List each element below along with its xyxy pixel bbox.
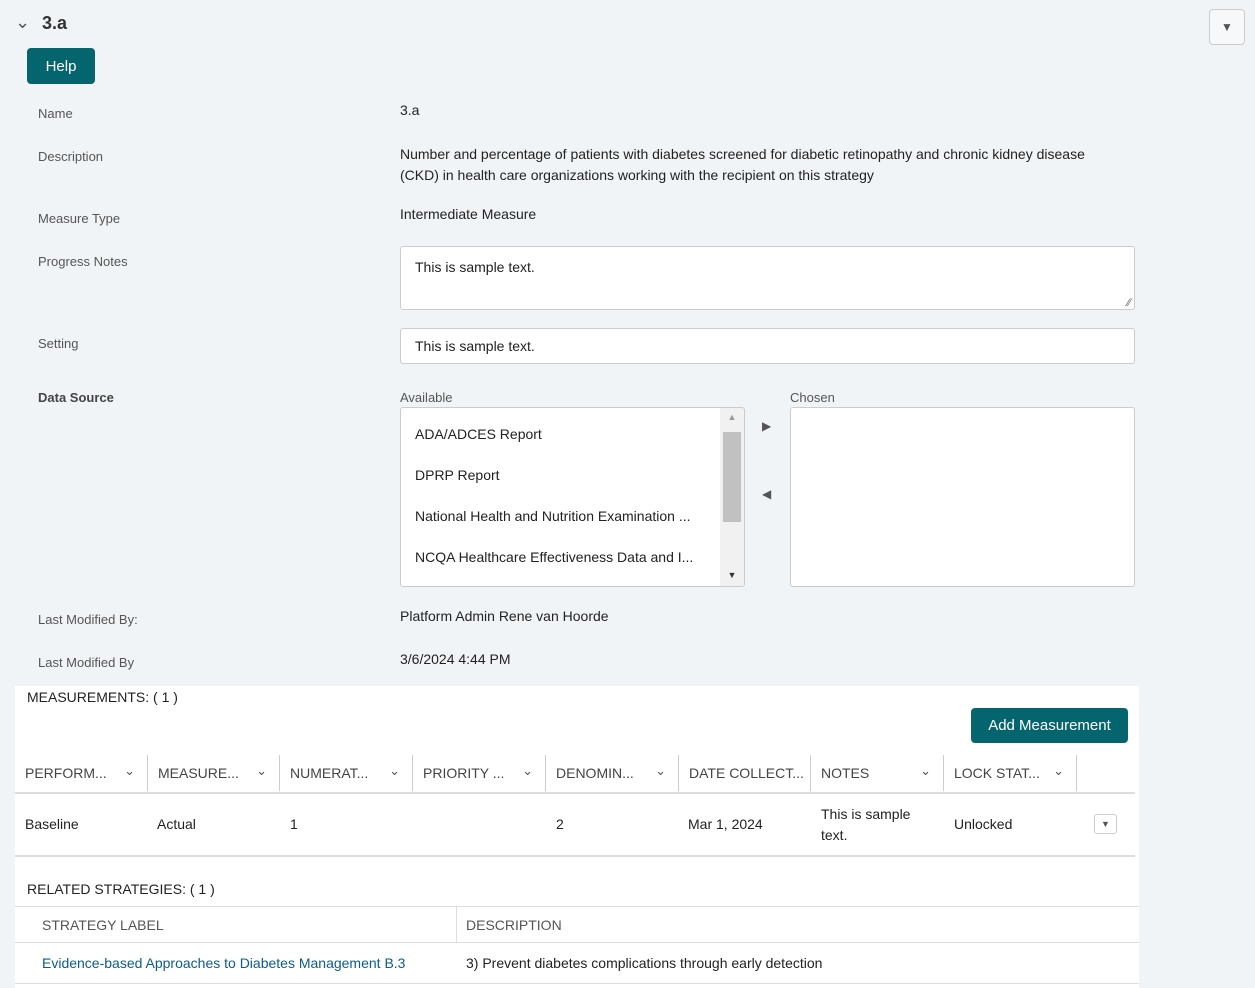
section-title: 3.a — [42, 13, 68, 33]
cell: 1 — [290, 816, 298, 832]
column-header[interactable]: PERFORM... ⌄ — [15, 755, 148, 791]
name-label: Name — [38, 106, 73, 121]
list-item[interactable]: NCQA Healthcare Effectiveness Data and I… — [415, 549, 693, 565]
scroll-up-icon[interactable]: ▲ — [720, 412, 744, 422]
divider — [15, 855, 1135, 857]
cell: 2 — [556, 816, 564, 832]
last-modified-label: Last Modified By — [38, 655, 135, 670]
chevron-down-icon: ⌄ — [256, 763, 267, 778]
column-header: STRATEGY LABEL — [42, 917, 164, 933]
strategy-link[interactable]: Evidence-based Approaches to Diabetes Ma… — [42, 955, 405, 971]
progress-notes-textarea[interactable]: This is sample text. ∕∕ — [400, 246, 1135, 310]
list-item[interactable]: National Health and Nutrition Examinatio… — [415, 508, 690, 524]
available-listbox[interactable]: ADA/ADCES Report DPRP Report National He… — [400, 407, 745, 587]
column-header[interactable]: LOCK STAT... ⌄ — [944, 755, 1077, 791]
setting-text: This is sample text. — [415, 338, 535, 354]
last-modified-by-value: Platform Admin Rene van Hoorde — [400, 608, 609, 624]
help-button[interactable]: Help — [27, 48, 95, 84]
column-header[interactable]: NOTES ⌄ — [811, 755, 944, 791]
column-header[interactable]: NUMERAT... ⌄ — [280, 755, 413, 791]
cell: Mar 1, 2024 — [688, 816, 763, 832]
scrollbar-thumb[interactable] — [723, 432, 741, 522]
measurements-title: MEASUREMENTS: ( 1 ) — [27, 689, 178, 705]
chevron-down-icon: ⌄ — [522, 763, 533, 778]
column-header[interactable]: DENOMIN... ⌄ — [546, 755, 679, 791]
chevron-down-icon: ⌄ — [1053, 763, 1064, 778]
cell: Baseline — [25, 816, 79, 832]
list-item[interactable]: DPRP Report — [415, 467, 500, 483]
divider — [15, 983, 1139, 984]
setting-label: Setting — [38, 336, 79, 351]
column-header[interactable]: DATE COLLECT... — [679, 755, 811, 791]
cell: Unlocked — [954, 816, 1013, 832]
chevron-down-icon: ⌄ — [920, 763, 931, 778]
description-label: Description — [38, 149, 104, 164]
add-measurement-button[interactable]: Add Measurement — [971, 708, 1128, 743]
chevron-down-icon: ⌄ — [389, 763, 400, 778]
chosen-listbox[interactable] — [790, 407, 1135, 587]
setting-input[interactable]: This is sample text. — [400, 328, 1135, 364]
strategy-description: 3) Prevent diabetes complications throug… — [466, 955, 823, 971]
related-strategies-title: RELATED STRATEGIES: ( 1 ) — [27, 881, 215, 897]
chevron-down-icon: ⌄ — [124, 763, 135, 778]
description-value: Number and percentage of patients with d… — [400, 146, 1085, 183]
column-header[interactable]: MEASURE... ⌄ — [148, 755, 280, 791]
row-actions-button[interactable]: ▼ — [1094, 814, 1117, 834]
last-modified-by-label: Last Modified By: — [38, 612, 138, 627]
measure-type-value: Intermediate Measure — [400, 206, 537, 222]
resize-handle-icon[interactable]: ∕∕ — [1127, 297, 1131, 309]
column-header: DESCRIPTION — [466, 917, 562, 933]
move-left-icon[interactable]: ◀ — [762, 487, 771, 501]
name-value: 3.a — [400, 102, 420, 118]
divider — [15, 792, 1135, 794]
chosen-label: Chosen — [790, 390, 835, 405]
list-item[interactable]: ADA/ADCES Report — [415, 426, 542, 442]
section-menu-button[interactable]: ▼ — [1209, 9, 1245, 45]
cell: Actual — [157, 816, 196, 832]
progress-notes-text: This is sample text. — [415, 259, 535, 275]
data-source-label: Data Source — [38, 390, 114, 405]
chevron-down-icon[interactable]: ⌄ — [15, 12, 30, 33]
column-header[interactable]: PRIORITY ... ⌄ — [413, 755, 546, 791]
chevron-down-icon: ⌄ — [655, 763, 666, 778]
progress-notes-label: Progress Notes — [38, 254, 128, 269]
cell: This is sample text. — [821, 806, 911, 843]
scroll-down-icon[interactable]: ▼ — [720, 570, 744, 580]
related-header: STRATEGY LABEL DESCRIPTION — [15, 906, 1139, 943]
last-modified-value: 3/6/2024 4:44 PM — [400, 651, 511, 667]
available-label: Available — [400, 390, 453, 405]
move-right-icon[interactable]: ▶ — [762, 419, 771, 433]
scrollbar[interactable]: ▲ ▼ — [720, 408, 744, 586]
measure-type-label: Measure Type — [38, 211, 121, 226]
